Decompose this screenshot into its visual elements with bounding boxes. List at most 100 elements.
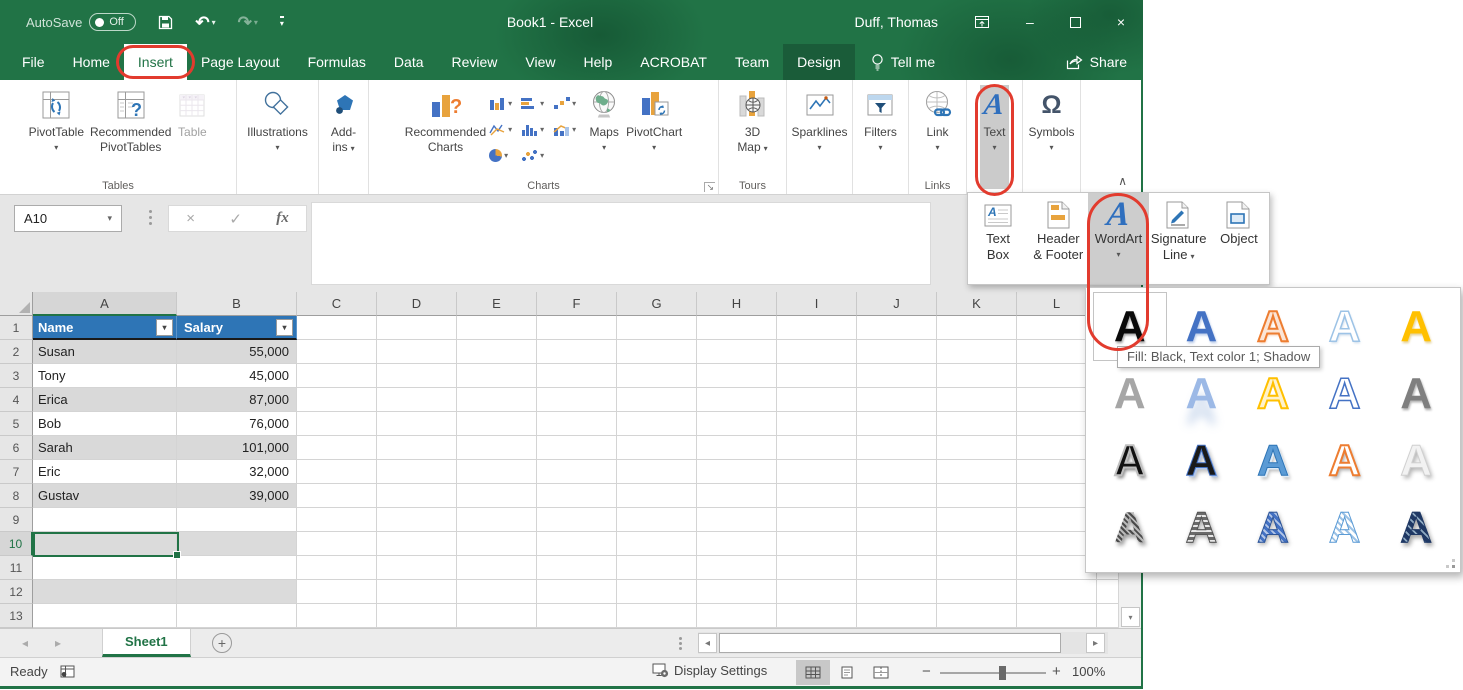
text-box-menu-item[interactable]: A Text Box [968,193,1028,284]
wordart-style-tile[interactable]: A [1166,360,1238,427]
row-header[interactable]: 8 [0,484,33,508]
row-header[interactable]: 13 [0,604,33,628]
minimize-button[interactable]: – [1008,0,1052,44]
row-header[interactable]: 6 [0,436,33,460]
wordart-style-tile[interactable]: A [1380,293,1452,360]
ribbon-display-options-button[interactable] [956,0,1008,44]
tell-me-box[interactable]: Tell me [855,44,951,80]
scroll-right-button[interactable]: ▸ [1086,633,1105,653]
histogram-chart-button[interactable]: ▾ [521,118,553,141]
display-settings-button[interactable]: Display Settings [652,663,767,678]
next-sheet-button[interactable]: ▸ [55,629,61,657]
cell[interactable]: Eric [33,460,177,484]
row-header-active[interactable]: 10 [0,532,33,556]
column-header[interactable]: F [537,292,617,316]
row-header[interactable]: 2 [0,340,33,364]
tab-insert[interactable]: Insert [115,44,195,80]
zoom-out-button[interactable]: − [922,663,931,680]
wordart-style-tile[interactable]: A [1166,494,1238,561]
column-header-a[interactable]: A [33,292,177,316]
column-header[interactable]: J [857,292,937,316]
wordart-style-tile[interactable]: A [1237,494,1309,561]
enter-button[interactable]: ✓ [229,210,242,228]
scroll-left-button[interactable]: ◂ [698,633,717,653]
link-button[interactable]: Link ▾ [919,85,957,152]
filter-button[interactable]: ▾ [156,319,173,336]
row-header[interactable]: 11 [0,556,33,580]
table-button[interactable]: Table [174,85,210,140]
pivotchart-button[interactable]: PivotChart ▾ [623,85,685,152]
wordart-style-tile[interactable]: A [1380,360,1452,427]
formula-bar-input[interactable] [311,202,931,285]
wordart-style-tile[interactable]: A [1166,427,1238,494]
name-box[interactable]: A10 ▾ [14,205,122,232]
redo-button[interactable]: ↷ ▾ [238,14,258,31]
scroll-down-button[interactable]: ▾ [1121,607,1140,627]
active-cell-selection[interactable] [33,532,181,559]
empty-cells[interactable] [297,316,1118,628]
share-button[interactable]: Share [1064,44,1127,80]
cell[interactable]: Gustav [33,484,177,508]
column-header[interactable]: H [697,292,777,316]
column-header[interactable]: C [297,292,377,316]
new-sheet-button[interactable]: + [212,633,232,653]
cell[interactable]: Erica [33,388,177,412]
line-chart-button[interactable]: ▾ [489,118,521,141]
zoom-in-button[interactable]: + [1052,663,1061,680]
tab-review[interactable]: Review [438,44,512,80]
column-header[interactable]: K [937,292,1017,316]
empty-cells-ab[interactable] [33,508,297,628]
pie-chart-button[interactable]: ▾ [489,144,521,167]
column-header[interactable]: G [617,292,697,316]
wordart-style-tile[interactable]: A [1309,427,1381,494]
signature-line-menu-item[interactable]: Signature Line ▾ [1149,193,1209,284]
wordart-style-tile[interactable]: A [1094,494,1166,561]
wordart-menu-item[interactable]: A WordArt ▾ [1088,193,1149,284]
zoom-level[interactable]: 100% [1072,664,1105,679]
bar-chart-button[interactable]: ▾ [521,92,553,115]
wordart-style-tile[interactable]: A [1380,427,1452,494]
tab-data[interactable]: Data [380,44,438,80]
cell[interactable]: 76,000 [177,412,297,436]
undo-button[interactable]: ↶ ▾ [195,14,215,31]
sparklines-button[interactable]: Sparklines ▾ [788,85,850,152]
cell[interactable]: Tony [33,364,177,388]
close-button[interactable]: × [1099,0,1143,44]
cell-salary-header[interactable]: Salary ▾ [177,316,297,340]
header-footer-menu-item[interactable]: Header & Footer [1028,193,1088,284]
cell[interactable]: 87,000 [177,388,297,412]
pivottable-button[interactable]: PivotTable ▾ [26,85,87,152]
tab-file[interactable]: File [8,44,59,80]
customize-qat-button[interactable]: ▾ [279,16,284,28]
zoom-slider-track[interactable] [940,672,1046,674]
column-chart-button[interactable]: ▾ [489,92,521,115]
3d-map-button[interactable]: 3D Map ▾ [734,85,772,156]
recommended-charts-button[interactable]: ? Recommended Charts [402,85,489,155]
normal-view-button[interactable] [796,660,830,685]
cell[interactable]: 32,000 [177,460,297,484]
tab-formulas[interactable]: Formulas [294,44,380,80]
cancel-button[interactable]: × [186,210,195,227]
tab-help[interactable]: Help [570,44,627,80]
cell[interactable]: 45,000 [177,364,297,388]
row-header[interactable]: 4 [0,388,33,412]
tab-view[interactable]: View [511,44,569,80]
wordart-style-tile[interactable]: A [1094,360,1166,427]
page-layout-view-button[interactable] [830,660,864,685]
object-menu-item[interactable]: Object [1209,193,1269,284]
user-name[interactable]: Duff, Thomas [836,0,956,44]
tab-page-layout[interactable]: Page Layout [187,44,294,80]
wordart-style-tile[interactable]: A [1237,427,1309,494]
recommended-pivottables-button[interactable]: ? Recommended PivotTables [87,85,174,155]
row-header[interactable]: 7 [0,460,33,484]
tab-team[interactable]: Team [721,44,783,80]
save-button[interactable] [158,15,173,30]
filters-button[interactable]: Filters ▾ [861,85,900,152]
wordart-style-tile[interactable]: A [1237,360,1309,427]
previous-sheet-button[interactable]: ◂ [22,629,28,657]
combo-chart-button[interactable]: ▾ [553,118,585,141]
cell[interactable]: Sarah [33,436,177,460]
sheet-tab-sheet1[interactable]: Sheet1 [102,629,191,657]
select-all-button[interactable] [0,292,33,316]
row-header[interactable]: 12 [0,580,33,604]
